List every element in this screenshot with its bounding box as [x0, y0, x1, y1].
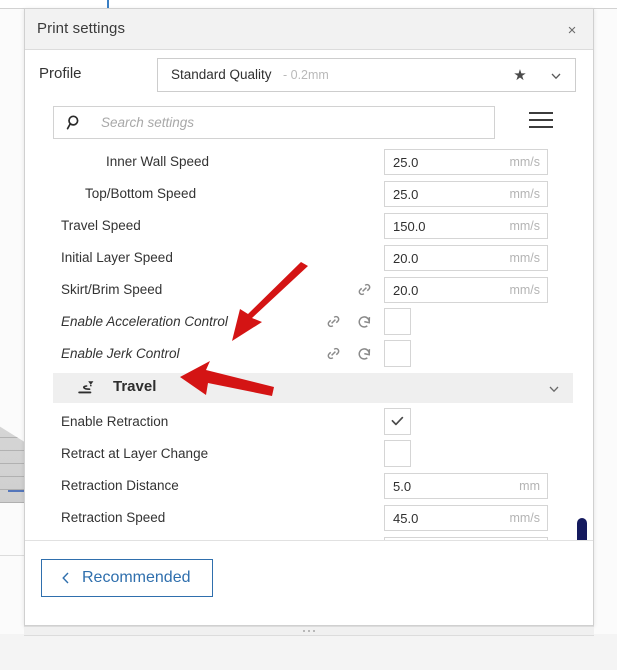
chevron-down-icon[interactable]	[549, 69, 563, 83]
setting-value: 20.0	[393, 251, 419, 266]
setting-value-input[interactable]: 25.0 mm/s	[384, 149, 548, 175]
search-row: Search settings	[25, 103, 593, 146]
star-icon[interactable]: ★	[511, 67, 529, 85]
setting-label: Retract at Layer Change	[61, 446, 209, 461]
setting-row[interactable]: Combing Mode Off	[25, 534, 593, 540]
setting-label: Retraction Distance	[61, 478, 179, 493]
setting-value: 25.0	[393, 187, 419, 202]
setting-row[interactable]: Enable Acceleration Control	[25, 306, 593, 338]
search-icon	[66, 114, 84, 132]
setting-value: 150.0	[393, 219, 426, 234]
setting-value: 25.0	[393, 155, 419, 170]
setting-value-input[interactable]: 20.0 mm/s	[384, 277, 548, 303]
search-placeholder: Search settings	[101, 115, 195, 130]
setting-unit: mm	[519, 479, 540, 493]
setting-value: 45.0	[393, 511, 419, 526]
profile-dropdown[interactable]: Standard Quality - 0.2mm ★	[157, 58, 576, 92]
search-input[interactable]: Search settings	[53, 106, 495, 139]
setting-value-input[interactable]: 150.0 mm/s	[384, 213, 548, 239]
setting-checkbox[interactable]	[384, 308, 411, 335]
setting-row[interactable]: Retraction Distance 5.0 mm	[25, 470, 593, 502]
setting-value-input[interactable]: 20.0 mm/s	[384, 245, 548, 271]
setting-row[interactable]: Enable Retraction	[25, 406, 593, 438]
setting-label: Enable Retraction	[61, 414, 169, 429]
panel-resize-grip[interactable]	[24, 626, 594, 636]
travel-icon	[77, 379, 97, 397]
setting-value: 20.0	[393, 283, 419, 298]
setting-label: Retraction Speed	[61, 510, 166, 525]
setting-unit: mm/s	[509, 283, 540, 297]
close-icon[interactable]: ×	[559, 17, 585, 43]
link-icon[interactable]	[356, 281, 373, 298]
section-title: Travel	[113, 378, 157, 395]
setting-label: Top/Bottom Speed	[85, 186, 197, 201]
setting-value-input[interactable]: 45.0 mm/s	[384, 505, 548, 531]
chevron-down-icon[interactable]	[547, 382, 561, 396]
setting-checkbox[interactable]	[384, 440, 411, 467]
setting-label: Inner Wall Speed	[106, 154, 210, 169]
setting-value-input[interactable]: 5.0 mm	[384, 473, 548, 499]
link-icon[interactable]	[325, 313, 342, 330]
setting-unit: mm/s	[509, 155, 540, 169]
profile-label: Profile	[39, 65, 82, 82]
viewport-right-area	[594, 8, 617, 634]
settings-scrollbar-thumb[interactable]	[577, 518, 587, 540]
setting-checkbox[interactable]	[384, 408, 411, 435]
recommended-button[interactable]: Recommended	[41, 559, 213, 597]
profile-row: Profile Standard Quality - 0.2mm ★	[25, 50, 593, 103]
setting-label: Enable Acceleration Control	[61, 314, 228, 329]
profile-selected-name: Standard Quality	[171, 67, 272, 82]
viewport-left-area	[0, 8, 24, 634]
setting-unit: mm/s	[509, 511, 540, 525]
panel-title: Print settings	[37, 20, 126, 37]
setting-label: Initial Layer Speed	[61, 250, 173, 265]
settings-list: Inner Wall Speed 25.0 mm/s Top/Bottom Sp…	[25, 146, 593, 540]
setting-row[interactable]: Inner Wall Speed 25.0 mm/s	[25, 146, 593, 178]
print-settings-panel: Print settings × Profile Standard Qualit…	[24, 8, 594, 626]
setting-row[interactable]: Retraction Speed 45.0 mm/s	[25, 502, 593, 534]
chevron-left-icon	[60, 571, 72, 585]
section-header-travel[interactable]: Travel	[53, 373, 573, 403]
setting-row[interactable]: Skirt/Brim Speed 20.0 mm/s	[25, 274, 593, 306]
recommended-label: Recommended	[82, 569, 191, 586]
print-settings-screen: Print settings × Profile Standard Qualit…	[0, 0, 617, 670]
grip-dots-icon	[303, 630, 315, 632]
setting-unit: mm/s	[509, 187, 540, 201]
setting-checkbox[interactable]	[384, 340, 411, 367]
checkmark-icon	[390, 414, 405, 429]
setting-row[interactable]: Retract at Layer Change	[25, 438, 593, 470]
setting-value-input[interactable]: 25.0 mm/s	[384, 181, 548, 207]
setting-row[interactable]: Enable Jerk Control	[25, 338, 593, 370]
settings-scroll-area[interactable]: Inner Wall Speed 25.0 mm/s Top/Bottom Sp…	[25, 146, 593, 541]
panel-titlebar: Print settings ×	[25, 9, 593, 50]
viewport-bottom-area	[0, 634, 617, 670]
settings-group-travel: Enable Retraction Retract at Layer Chang…	[25, 406, 593, 540]
profile-selected-sublabel: - 0.2mm	[283, 68, 329, 82]
setting-row[interactable]: Top/Bottom Speed 25.0 mm/s	[25, 178, 593, 210]
panel-footer: Recommended	[25, 541, 593, 625]
setting-unit: mm/s	[509, 251, 540, 265]
setting-label: Travel Speed	[61, 218, 141, 233]
settings-group-speed: Inner Wall Speed 25.0 mm/s Top/Bottom Sp…	[25, 146, 593, 370]
setting-row[interactable]: Initial Layer Speed 20.0 mm/s	[25, 242, 593, 274]
reset-icon[interactable]	[356, 345, 373, 362]
setting-label: Enable Jerk Control	[61, 346, 180, 361]
reset-icon[interactable]	[356, 313, 373, 330]
setting-row[interactable]: Travel Speed 150.0 mm/s	[25, 210, 593, 242]
settings-visibility-menu-icon[interactable]	[529, 112, 553, 132]
setting-value: 5.0	[393, 479, 412, 494]
setting-label: Skirt/Brim Speed	[61, 282, 163, 297]
settings-scrollbar-track[interactable]	[576, 146, 588, 540]
setting-unit: mm/s	[509, 219, 540, 233]
link-icon[interactable]	[325, 345, 342, 362]
